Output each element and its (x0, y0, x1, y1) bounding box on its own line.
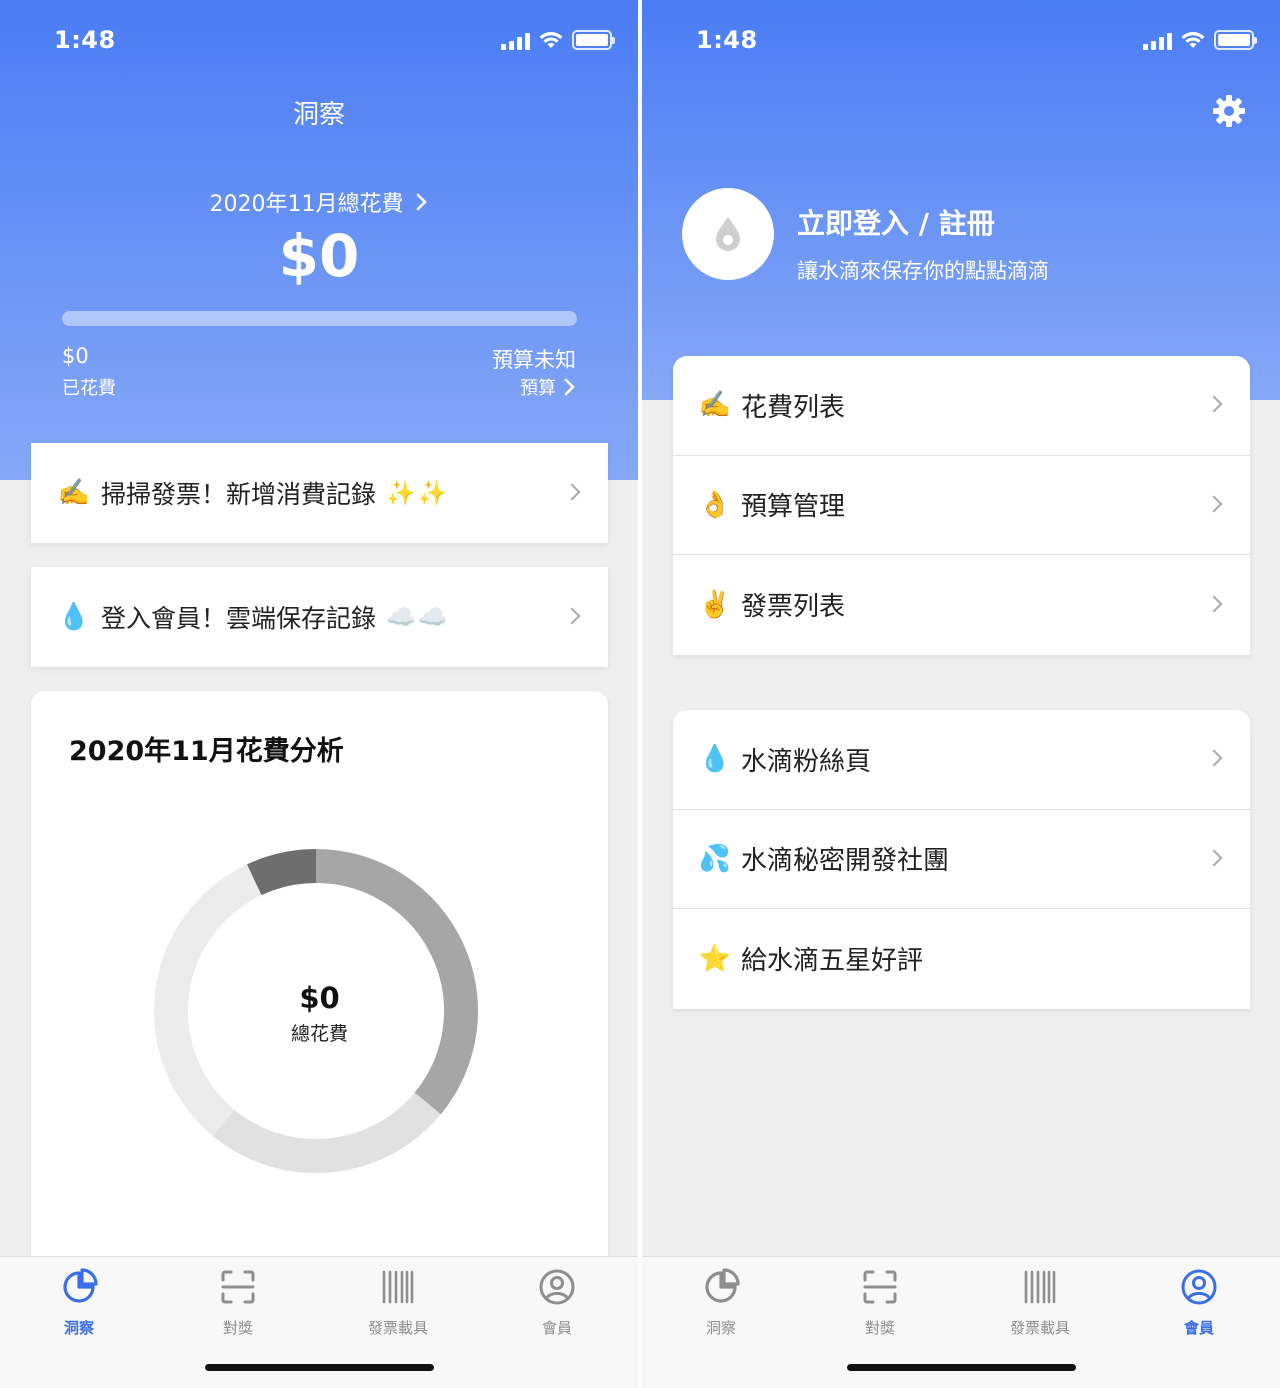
secondary-menu: 💧 水滴粉絲頁 💦 水滴秘密開發社團 ⭐ 給水滴五星好評 (673, 710, 1250, 1009)
menu-item-expense-list[interactable]: ✍️ 花費列表 (673, 356, 1250, 456)
donut-total-amount: $0 (299, 981, 340, 1015)
cloud-icon: ☁️☁️ (386, 603, 450, 631)
writing-hand-icon: ✍️ (57, 478, 91, 508)
chevron-right-icon (563, 483, 581, 501)
menu-item-label: 花費列表 (741, 392, 846, 423)
chevron-right-icon (1205, 395, 1223, 413)
status-bar: 1:48 (0, 0, 638, 84)
signal-icon (501, 32, 530, 50)
tab-label: 會員 (1183, 1319, 1214, 1337)
pie-chart-icon (705, 1268, 740, 1303)
pie-chart-icon (63, 1268, 98, 1303)
menu-item-label: 水滴秘密開發社團 (741, 846, 950, 877)
budget-value: 預算未知 (492, 348, 576, 372)
login-member-label: 登入會員！雲端保存記錄 (101, 604, 377, 633)
period-total-link[interactable]: 2020年11月總花費 (0, 186, 638, 218)
tab-label: 對獎 (222, 1319, 253, 1337)
primary-menu: ✍️ 花費列表 👌 預算管理 ✌️ 發票列表 (673, 356, 1250, 655)
chevron-right-icon (1205, 749, 1223, 767)
user-circle-icon (1181, 1269, 1217, 1305)
donut-slice (247, 849, 317, 896)
gear-icon[interactable] (1212, 94, 1246, 128)
battery-icon (1214, 30, 1257, 50)
chevron-right-icon (564, 378, 575, 396)
menu-item-label: 預算管理 (741, 492, 846, 523)
total-amount: $0 (278, 222, 360, 290)
page-title: 洞察 (292, 100, 345, 130)
home-indicator (847, 1364, 1076, 1371)
user-circle-icon (539, 1269, 575, 1305)
barcode-icon (382, 1270, 414, 1304)
scan-icon (863, 1270, 897, 1304)
droplet-icon: 💧 (57, 602, 91, 632)
login-subtitle: 讓水滴來保存你的點點滴滴 (797, 259, 1049, 283)
scan-invoice-card[interactable]: ✍️ 掃掃發票！新增消費記錄 ✨✨ (31, 443, 608, 543)
tab-label: 對獎 (864, 1319, 895, 1337)
menu-item-label: 水滴粉絲頁 (741, 746, 872, 777)
status-time: 1:48 (696, 26, 758, 54)
chevron-right-icon (1205, 495, 1223, 513)
menu-item-rate-app[interactable]: ⭐ 給水滴五星好評 (673, 909, 1250, 1009)
analysis-title: 2020年11月花費分析 (69, 736, 344, 767)
wifi-icon (539, 32, 563, 48)
tab-insights[interactable]: 洞察 (19, 1267, 139, 1338)
sparkles-icon: ✨✨ (386, 479, 450, 507)
menu-item-budget-management[interactable]: 👌 預算管理 (673, 456, 1250, 555)
budget-progress-bar (62, 311, 577, 326)
tab-label: 發票載具 (367, 1319, 428, 1337)
insights-screen: 1:48 洞察 2020年11月總花費 $0 $0 已花費 預算未知 預算 ✍️… (0, 0, 638, 1388)
avatar[interactable] (682, 188, 774, 280)
member-screen: 1:48 立即登入 / 註冊 讓水滴來保存你的點點滴滴 ✍️ 花費列表 👌 預算… (642, 0, 1280, 1388)
barcode-icon (1024, 1270, 1056, 1304)
chevron-right-icon (1205, 849, 1223, 867)
chevron-right-icon (1205, 595, 1223, 613)
donut-slice (212, 1092, 441, 1173)
writing-hand-icon: ✍️ (698, 390, 732, 421)
donut-total-label: 總花費 (290, 1023, 348, 1045)
spent-value: $0 (62, 344, 89, 368)
budget-link[interactable]: 預算 (520, 374, 576, 400)
tab-invoice-carrier[interactable]: 發票載具 (980, 1267, 1100, 1338)
victory-hand-icon: ✌️ (698, 589, 732, 620)
menu-item-invoice-list[interactable]: ✌️ 發票列表 (673, 555, 1250, 655)
menu-item-label: 發票列表 (741, 592, 846, 623)
sweat-droplets-icon: 💦 (698, 843, 732, 874)
login-member-card[interactable]: 💧 登入會員！雲端保存記錄 ☁️☁️ (31, 567, 608, 667)
menu-item-fan-page[interactable]: 💧 水滴粉絲頁 (673, 710, 1250, 810)
tab-member[interactable]: 會員 (497, 1267, 617, 1338)
star-icon: ⭐ (698, 943, 732, 974)
tab-lottery[interactable]: 對獎 (178, 1267, 298, 1338)
spending-analysis-card: 2020年11月花費分析 $0 總花費 (31, 691, 608, 1291)
tab-invoice-carrier[interactable]: 發票載具 (338, 1267, 458, 1338)
droplet-icon: 💧 (698, 744, 732, 775)
tab-member[interactable]: 會員 (1139, 1267, 1259, 1338)
tab-label: 洞察 (63, 1319, 94, 1337)
scan-invoice-label: 掃掃發票！新增消費記錄 (101, 480, 377, 509)
menu-item-label: 給水滴五星好評 (741, 946, 924, 977)
budget-label: 預算 (520, 378, 556, 399)
login-register-link[interactable]: 立即登入 / 註冊 (797, 202, 995, 242)
battery-icon (572, 30, 615, 50)
chevron-right-icon (416, 192, 428, 217)
home-indicator (205, 1364, 434, 1371)
tab-label: 洞察 (705, 1319, 736, 1337)
chevron-right-icon (563, 607, 581, 625)
status-time: 1:48 (54, 26, 116, 54)
signal-icon (1143, 32, 1172, 50)
period-label: 2020年11月總花費 (209, 192, 404, 217)
tab-lottery[interactable]: 對獎 (820, 1267, 940, 1338)
menu-item-dev-community[interactable]: 💦 水滴秘密開發社團 (673, 810, 1250, 909)
tab-label: 會員 (541, 1319, 572, 1337)
scan-icon (221, 1270, 255, 1304)
tab-insights[interactable]: 洞察 (661, 1267, 781, 1338)
ok-hand-icon: 👌 (698, 489, 732, 520)
tab-label: 發票載具 (1009, 1319, 1070, 1337)
spent-label: 已花費 (62, 378, 116, 399)
droplet-icon (716, 217, 740, 251)
status-bar: 1:48 (642, 0, 1280, 84)
wifi-icon (1181, 32, 1205, 48)
